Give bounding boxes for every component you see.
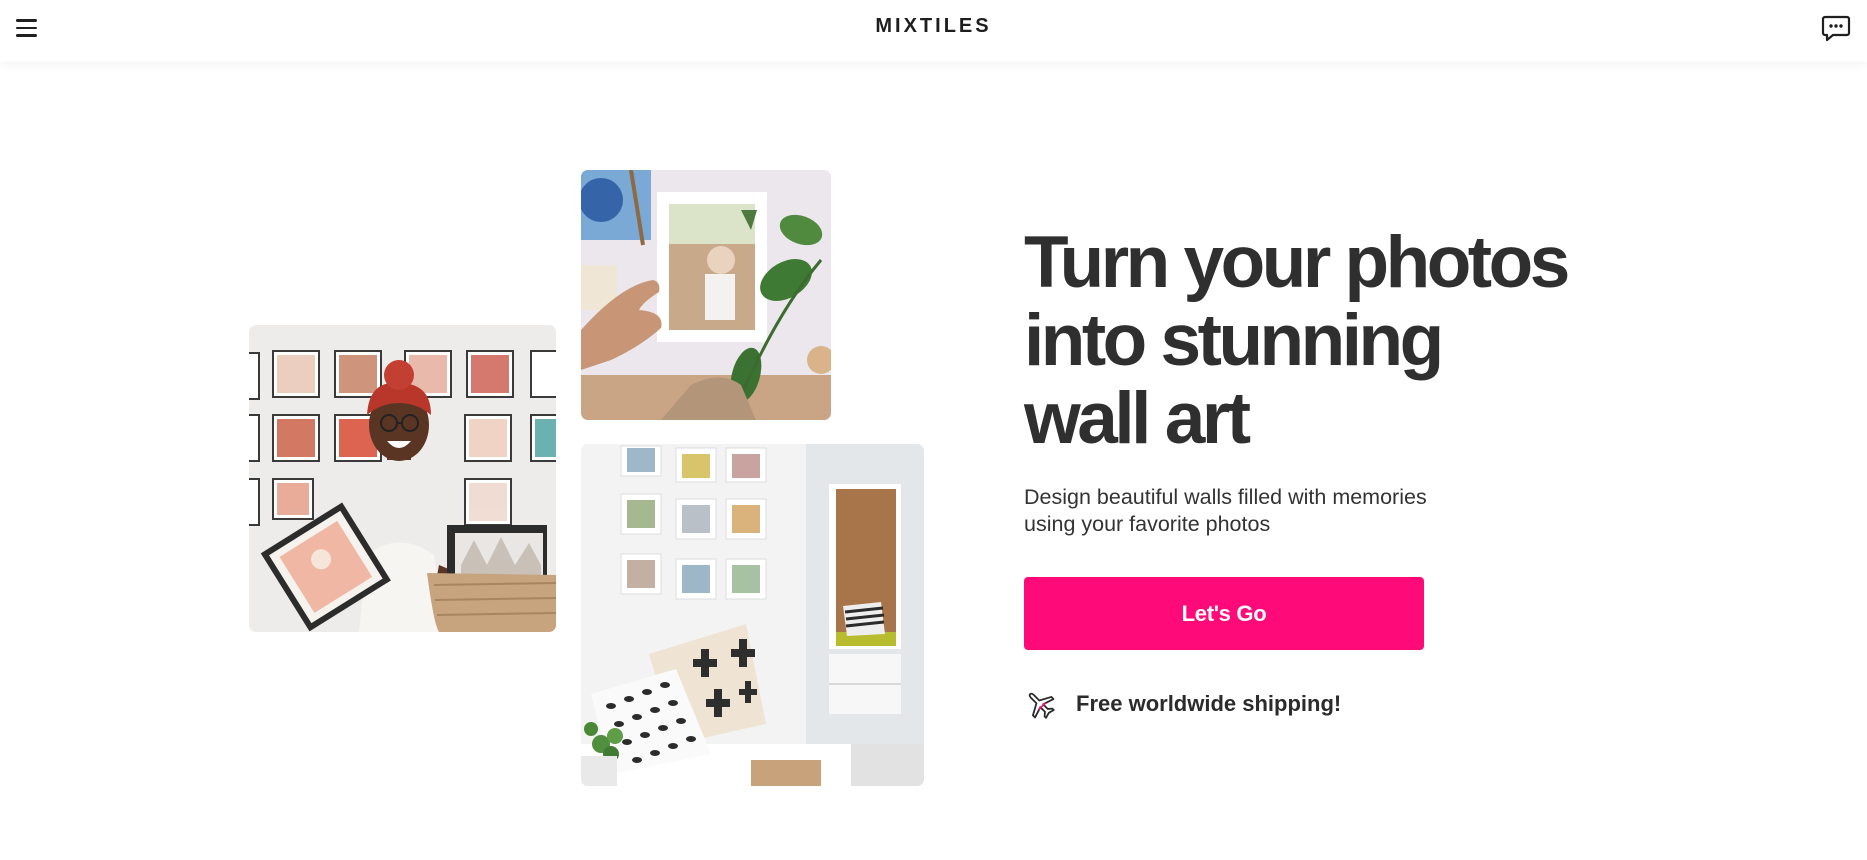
hero-subtitle-line: using your favorite photos	[1024, 512, 1271, 536]
hero-title-line: Turn your photos	[1024, 222, 1570, 303]
brand-logo[interactable]: MIXTILES	[0, 15, 1867, 38]
top-navigation-bar: MIXTILES	[0, 0, 1867, 62]
airplane-icon	[1024, 688, 1056, 720]
woman-holding-frames-photo	[249, 325, 556, 632]
free-shipping-notice: Free worldwide shipping!	[1024, 688, 1341, 720]
hallway-gallery-wall-photo	[581, 444, 924, 786]
shipping-text: Free worldwide shipping!	[1076, 691, 1342, 716]
hand-placing-tile-photo	[581, 170, 831, 420]
hero-title-line: into stunning	[1024, 300, 1444, 381]
hero-title: Turn your photos into stunning wall art	[1024, 224, 1644, 458]
hero-title-line: wall art	[1024, 378, 1251, 459]
chat-bubble-icon[interactable]	[1821, 13, 1851, 43]
hero-subtitle-line: Design beautiful walls filled with memor…	[1024, 485, 1427, 509]
hero-subtitle: Design beautiful walls filled with memor…	[1024, 484, 1504, 538]
lets-go-button[interactable]: Let's Go	[1024, 577, 1424, 650]
